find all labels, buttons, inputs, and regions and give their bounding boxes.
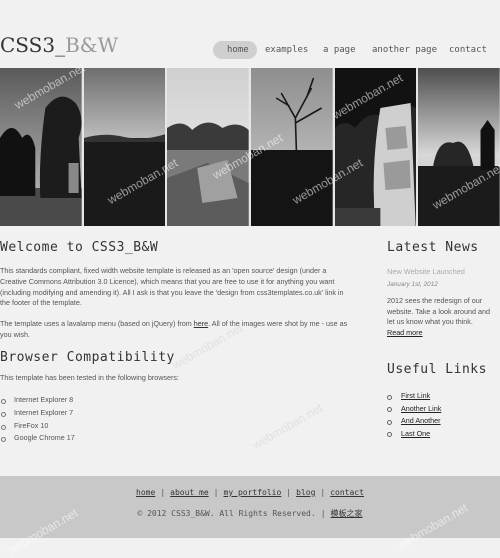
and-another-link[interactable]: And Another [401, 416, 441, 425]
footer-blog-link[interactable]: blog [296, 488, 315, 497]
first-link[interactable]: First Link [401, 391, 430, 400]
footer-about-link[interactable]: about me [170, 488, 209, 497]
welcome-heading: Welcome to CSS3_B&W [0, 240, 159, 255]
photo-strip [0, 68, 500, 226]
useful-links-heading: Useful Links [387, 362, 487, 377]
logo-main-text: CSS3_ [0, 33, 66, 57]
latest-news-heading: Latest News [387, 240, 479, 255]
site-header: CSS3_B&W home examples a page another pa… [0, 0, 500, 68]
footer-separator: | [320, 488, 326, 497]
footer-separator: | [160, 488, 166, 497]
nav-examples[interactable]: examples [265, 41, 308, 59]
nav-home[interactable]: home [227, 41, 249, 59]
read-more-link[interactable]: Read more [387, 328, 423, 337]
browser-intro-text: This template has been tested in the fol… [0, 373, 179, 382]
nav-a-page[interactable]: a page [323, 41, 356, 59]
news-item-text: 2012 sees the redesign of our website. T… [387, 296, 490, 326]
template-info-paragraph: The template uses a lavalamp menu (based… [0, 319, 354, 341]
browser-list-item: Internet Explorer 8 [0, 394, 75, 407]
template-credit-link[interactable]: 模板之家 [331, 509, 363, 518]
last-one-link[interactable]: Last One [401, 429, 430, 438]
stone-ruins-photo [167, 68, 250, 226]
footer-separator: | [320, 509, 326, 518]
useful-links-list: First Link Another Link And Another Last… [387, 390, 441, 440]
browser-list-item: Google Chrome 17 [0, 432, 75, 445]
lavalamp-here-link[interactable]: here [194, 319, 208, 328]
news-item-date: January 1st, 2012 [387, 281, 438, 288]
welcome-paragraph: This standards compliant, fixed width we… [0, 266, 344, 308]
logo-accent-text: B&W [65, 33, 119, 57]
footer-separator: | [286, 488, 292, 497]
template-info-text: The template uses a lavalamp menu (based… [0, 319, 194, 328]
footer-portfolio-link[interactable]: my portfolio [224, 488, 282, 497]
nav-another-page[interactable]: another page [372, 41, 437, 59]
useful-link-item: And Another [387, 415, 441, 428]
browser-list: Internet Explorer 8 Internet Explorer 7 … [0, 394, 75, 445]
useful-link-item: Another Link [387, 403, 441, 416]
nav-contact[interactable]: contact [449, 41, 487, 59]
footer-contact-link[interactable]: contact [330, 488, 364, 497]
watermark-text: webmoban.net [250, 400, 326, 453]
ruins-trees-photo [0, 68, 82, 226]
browser-compat-heading: Browser Compatibility [0, 350, 175, 365]
news-item-title: New Website Launched [387, 267, 465, 276]
another-link[interactable]: Another Link [401, 404, 441, 413]
site-logo[interactable]: CSS3_B&W [0, 33, 118, 57]
browser-list-item: FireFox 10 [0, 420, 75, 433]
site-footer: home | about me | my portfolio | blog | contact … [0, 476, 500, 538]
browser-list-item: Internet Explorer 7 [0, 407, 75, 420]
news-item-body: 2012 sees the redesign of our website. T… [387, 296, 493, 338]
footer-navigation: home | about me | my portfolio | blog | contact [0, 488, 500, 497]
useful-link-item: First Link [387, 390, 441, 403]
copyright-text: © 2012 CSS3_B&W. All Rights Reserved. [137, 509, 316, 518]
church-trees-photo [418, 68, 500, 226]
bare-tree-photo [251, 68, 333, 226]
useful-link-item: Last One [387, 428, 441, 441]
castle-wall-photo [334, 68, 417, 226]
footer-copyright: © 2012 CSS3_B&W. All Rights Reserved. | 模板… [0, 508, 500, 519]
sky-field-photo [83, 68, 166, 226]
footer-separator: | [213, 488, 219, 497]
footer-home-link[interactable]: home [136, 488, 155, 497]
